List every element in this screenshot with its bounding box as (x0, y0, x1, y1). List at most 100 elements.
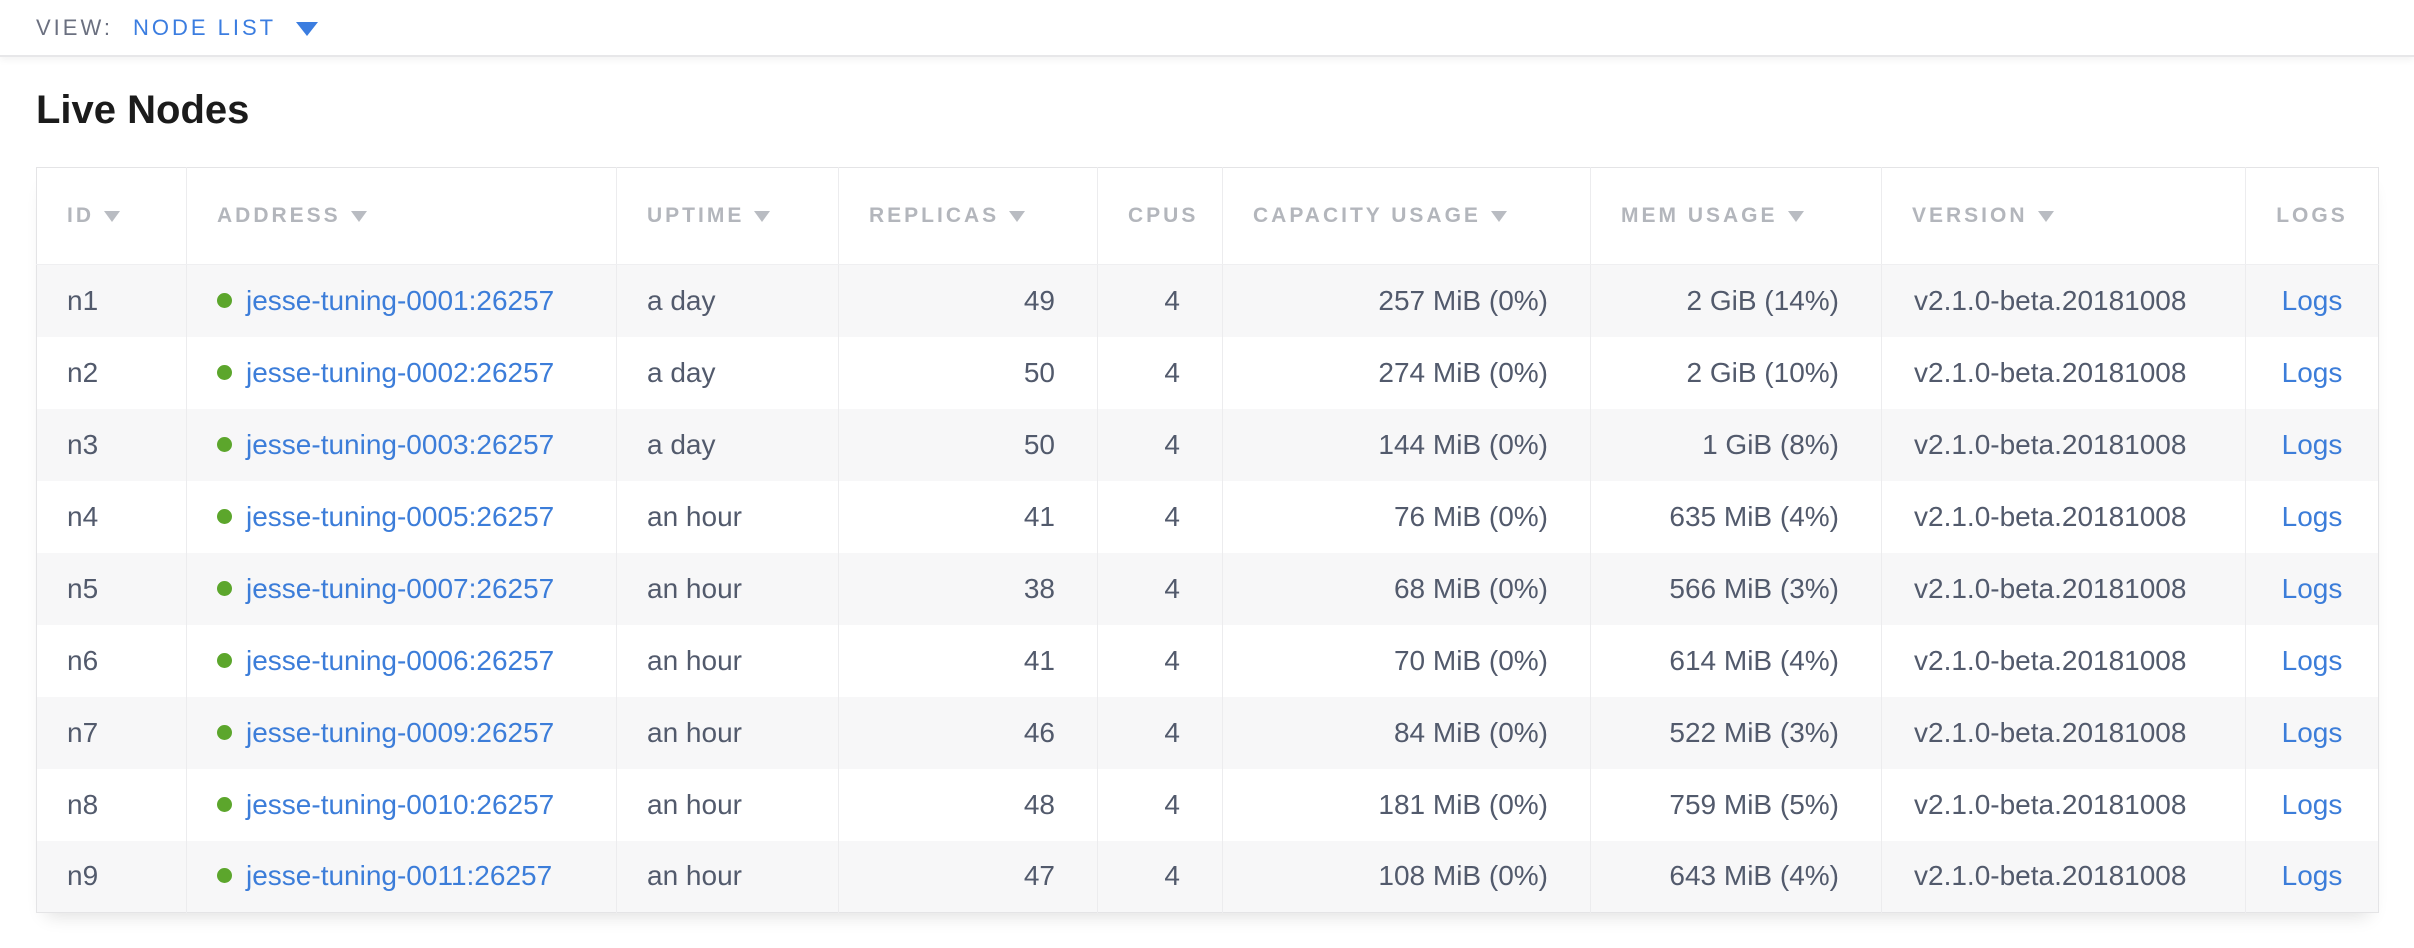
column-header-replicas[interactable]: REPLICAS (839, 168, 1098, 265)
node-live-status-icon (217, 797, 232, 812)
cell-mem_usage: 614 MiB (4%) (1591, 625, 1882, 697)
cell-replicas: 46 (839, 697, 1098, 769)
cell-address: jesse-tuning-0011:26257 (187, 841, 617, 913)
cell-id: n4 (37, 481, 187, 553)
node-address-link[interactable]: jesse-tuning-0007:26257 (246, 573, 554, 604)
cell-logs: Logs (2246, 625, 2379, 697)
logs-link[interactable]: Logs (2282, 573, 2343, 604)
node-live-status-icon (217, 293, 232, 308)
cell-id: n3 (37, 409, 187, 481)
cell-replicas: 49 (839, 265, 1098, 337)
table-row-n3: n3jesse-tuning-0003:26257a day504144 MiB… (37, 409, 2379, 481)
cell-address: jesse-tuning-0010:26257 (187, 769, 617, 841)
cell-logs: Logs (2246, 409, 2379, 481)
table-row-n4: n4jesse-tuning-0005:26257an hour41476 Mi… (37, 481, 2379, 553)
cell-logs: Logs (2246, 553, 2379, 625)
sort-desc-icon (351, 211, 367, 222)
logs-link[interactable]: Logs (2282, 645, 2343, 676)
column-header-version[interactable]: VERSION (1882, 168, 2246, 265)
cell-version: v2.1.0-beta.20181008 (1882, 841, 2246, 913)
cell-mem_usage: 566 MiB (3%) (1591, 553, 1882, 625)
node-live-status-icon (217, 725, 232, 740)
cell-cpus: 4 (1098, 409, 1223, 481)
cell-logs: Logs (2246, 697, 2379, 769)
cell-id: n8 (37, 769, 187, 841)
logs-link[interactable]: Logs (2282, 860, 2343, 891)
column-header-mem_usage[interactable]: MEM USAGE (1591, 168, 1882, 265)
cell-address: jesse-tuning-0007:26257 (187, 553, 617, 625)
sort-desc-icon (1009, 211, 1025, 222)
cell-replicas: 41 (839, 481, 1098, 553)
main-content: Live Nodes IDADDRESSUPTIMEREPLICASCPUSCA… (0, 87, 2414, 913)
column-header-address[interactable]: ADDRESS (187, 168, 617, 265)
table-row-n6: n6jesse-tuning-0006:26257an hour41470 Mi… (37, 625, 2379, 697)
node-live-status-icon (217, 365, 232, 380)
cell-mem_usage: 2 GiB (10%) (1591, 337, 1882, 409)
cell-uptime: an hour (617, 625, 839, 697)
cell-address: jesse-tuning-0003:26257 (187, 409, 617, 481)
cell-replicas: 48 (839, 769, 1098, 841)
cell-id: n6 (37, 625, 187, 697)
column-header-capacity_usage[interactable]: CAPACITY USAGE (1223, 168, 1591, 265)
sort-desc-icon (1788, 211, 1804, 222)
cell-mem_usage: 2 GiB (14%) (1591, 265, 1882, 337)
cell-capacity_usage: 108 MiB (0%) (1223, 841, 1591, 913)
column-header-cpus: CPUS (1098, 168, 1223, 265)
cell-version: v2.1.0-beta.20181008 (1882, 553, 2246, 625)
node-address-link[interactable]: jesse-tuning-0009:26257 (246, 717, 554, 748)
cell-replicas: 38 (839, 553, 1098, 625)
node-live-status-icon (217, 868, 232, 883)
node-address-link[interactable]: jesse-tuning-0002:26257 (246, 357, 554, 388)
cell-uptime: a day (617, 265, 839, 337)
logs-link[interactable]: Logs (2282, 357, 2343, 388)
cell-replicas: 50 (839, 409, 1098, 481)
cell-uptime: an hour (617, 841, 839, 913)
logs-link[interactable]: Logs (2282, 717, 2343, 748)
cell-id: n1 (37, 265, 187, 337)
node-live-status-icon (217, 509, 232, 524)
table-header: ID ADDRESS UPTIME REPLICAS CPUS CAPACITY USAG… (37, 168, 2379, 265)
cell-capacity_usage: 181 MiB (0%) (1223, 769, 1591, 841)
cell-uptime: a day (617, 409, 839, 481)
logs-link[interactable]: Logs (2282, 501, 2343, 532)
column-header-label: ADDRESS (217, 204, 341, 227)
cell-mem_usage: 1 GiB (8%) (1591, 409, 1882, 481)
view-dropdown[interactable]: NODE LIST (133, 15, 318, 41)
node-live-status-icon (217, 437, 232, 452)
cell-version: v2.1.0-beta.20181008 (1882, 337, 2246, 409)
logs-link[interactable]: Logs (2282, 285, 2343, 316)
node-address-link[interactable]: jesse-tuning-0010:26257 (246, 789, 554, 820)
view-toolbar: VIEW: NODE LIST (0, 0, 2414, 57)
node-live-status-icon (217, 653, 232, 668)
cell-logs: Logs (2246, 265, 2379, 337)
column-header-label: CAPACITY USAGE (1253, 204, 1481, 227)
column-header-label: REPLICAS (869, 204, 999, 227)
sort-desc-icon (2038, 211, 2054, 222)
cell-capacity_usage: 274 MiB (0%) (1223, 337, 1591, 409)
node-address-link[interactable]: jesse-tuning-0003:26257 (246, 429, 554, 460)
cell-cpus: 4 (1098, 697, 1223, 769)
cell-uptime: an hour (617, 697, 839, 769)
cell-cpus: 4 (1098, 265, 1223, 337)
cell-cpus: 4 (1098, 625, 1223, 697)
cell-cpus: 4 (1098, 769, 1223, 841)
cell-logs: Logs (2246, 769, 2379, 841)
view-label: VIEW: (36, 15, 113, 41)
node-address-link[interactable]: jesse-tuning-0005:26257 (246, 501, 554, 532)
logs-link[interactable]: Logs (2282, 429, 2343, 460)
sort-desc-icon (104, 211, 120, 222)
cell-address: jesse-tuning-0005:26257 (187, 481, 617, 553)
node-address-link[interactable]: jesse-tuning-0006:26257 (246, 645, 554, 676)
cell-cpus: 4 (1098, 553, 1223, 625)
node-address-link[interactable]: jesse-tuning-0001:26257 (246, 285, 554, 316)
logs-link[interactable]: Logs (2282, 789, 2343, 820)
cell-capacity_usage: 68 MiB (0%) (1223, 553, 1591, 625)
cell-mem_usage: 643 MiB (4%) (1591, 841, 1882, 913)
cell-version: v2.1.0-beta.20181008 (1882, 697, 2246, 769)
node-address-link[interactable]: jesse-tuning-0011:26257 (246, 860, 552, 891)
cell-cpus: 4 (1098, 337, 1223, 409)
column-header-id[interactable]: ID (37, 168, 187, 265)
column-header-uptime[interactable]: UPTIME (617, 168, 839, 265)
cell-mem_usage: 635 MiB (4%) (1591, 481, 1882, 553)
table-row-n9: n9jesse-tuning-0011:26257an hour474108 M… (37, 841, 2379, 913)
